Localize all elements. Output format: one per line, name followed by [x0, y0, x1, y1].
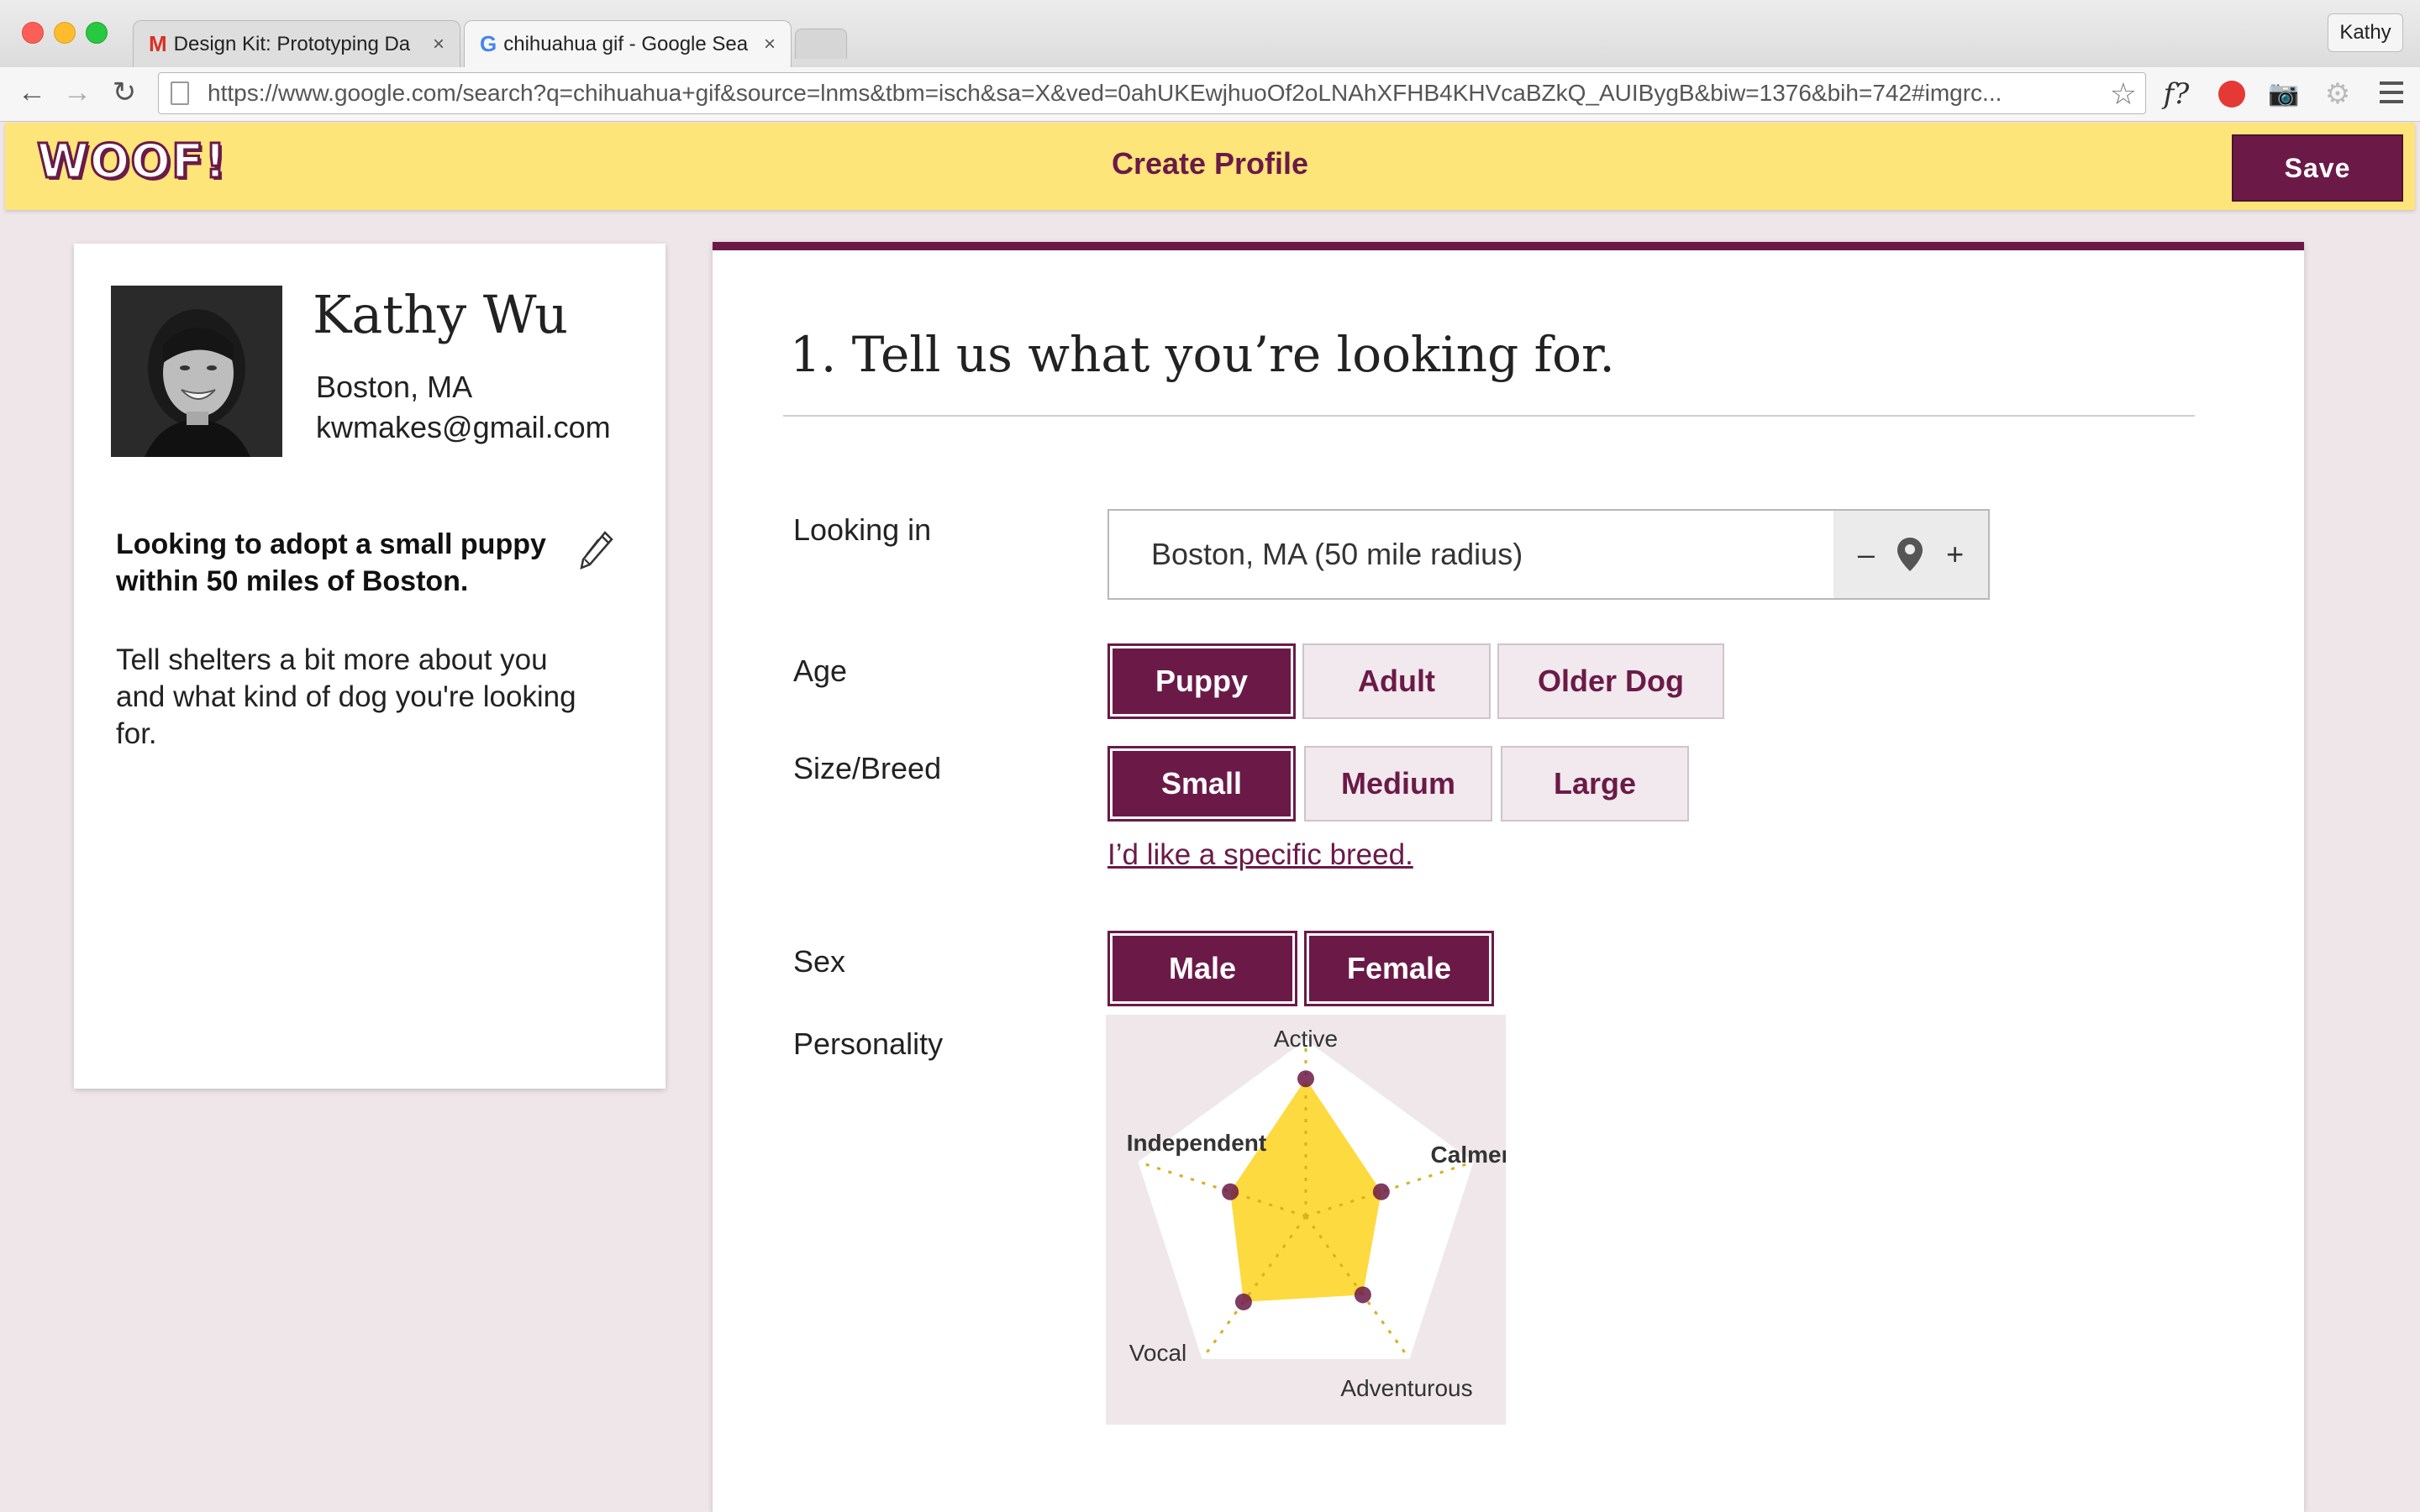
radius-controls: – + [1833, 511, 1988, 598]
save-button[interactable]: Save [2232, 134, 2403, 202]
age-label: Age [793, 654, 848, 688]
sex-option-female[interactable]: Female [1304, 931, 1494, 1006]
google-icon: G [480, 31, 497, 56]
size-option-small[interactable]: Small [1107, 746, 1296, 822]
radius-minus-button[interactable]: – [1858, 537, 1875, 572]
page-title: Create Profile [1111, 146, 1309, 181]
profile-location: Boston, MA [316, 370, 473, 404]
radar-label-calmer: Calmer [1431, 1142, 1506, 1168]
sex-label: Sex [793, 944, 846, 979]
radar-label-independent: Independent [1127, 1130, 1266, 1156]
profile-card: Kathy Wu Boston, MA kwmakes@gmail.com Lo… [74, 244, 666, 1089]
extension-f-icon[interactable]: f? [2158, 76, 2195, 113]
browser-profile-button[interactable]: Kathy [2328, 13, 2403, 52]
personality-radar-chart[interactable]: Active Calmer Adventurous Vocal Independent [1106, 1015, 1506, 1425]
map-pin-icon[interactable] [1896, 536, 1924, 573]
new-tab-button[interactable] [795, 29, 847, 59]
radar-label-adventurous: Adventurous [1340, 1375, 1472, 1401]
divider [783, 415, 2195, 417]
profile-summary: Looking to adopt a small puppy within 50… [116, 528, 546, 597]
app-header: WOOF! Create Profile Save [5, 123, 2415, 210]
browser-tab-chihuahua[interactable]: G chihuahua gif - Google Sea × [464, 20, 792, 67]
minimize-window-button[interactable] [54, 22, 76, 44]
reload-icon[interactable]: ↻ [106, 74, 143, 111]
radar-label-vocal: Vocal [1129, 1340, 1187, 1366]
age-option-adult[interactable]: Adult [1302, 643, 1491, 719]
browser-menu-icon[interactable] [2373, 76, 2410, 113]
radar-handle-calmer[interactable] [1372, 1183, 1390, 1200]
zoom-window-button[interactable] [86, 22, 108, 44]
form-heading: 1. Tell us what you’re looking for. [790, 326, 1615, 383]
bookmark-star-icon[interactable]: ☆ [2110, 76, 2137, 112]
location-input[interactable] [1109, 511, 1833, 598]
radar-handle-adventurous[interactable] [1354, 1286, 1371, 1304]
size-breed-label: Size/Breed [793, 751, 942, 785]
browser-toolbar: ← → ↻ https://www.google.com/search?q=ch… [0, 67, 2420, 122]
radar-label-active: Active [1274, 1026, 1338, 1052]
gear-icon[interactable]: ⚙ [2319, 76, 2356, 113]
tab-label: chihuahua gif - Google Sea [503, 32, 749, 55]
age-option-older-dog[interactable]: Older Dog [1497, 643, 1724, 719]
tab-close-icon[interactable]: × [764, 33, 776, 56]
radius-plus-button[interactable]: + [1946, 537, 1964, 572]
radar-handle-vocal[interactable] [1234, 1293, 1252, 1310]
age-option-puppy[interactable]: Puppy [1107, 643, 1296, 719]
personality-label: Personality [793, 1026, 944, 1061]
radar-handle-active[interactable] [1297, 1070, 1314, 1088]
looking-in-label: Looking in [793, 512, 932, 547]
sex-option-male[interactable]: Male [1107, 931, 1297, 1006]
radar-handle-independent[interactable] [1222, 1183, 1239, 1200]
close-window-button[interactable] [22, 22, 44, 44]
profile-blurb[interactable]: Tell shelters a bit more about you and w… [116, 642, 587, 753]
profile-name: Kathy Wu [313, 284, 569, 345]
gmail-icon: M [149, 31, 167, 56]
stop-hand-extension-icon[interactable] [2213, 76, 2250, 113]
location-field: – + [1107, 509, 1990, 600]
address-bar[interactable]: https://www.google.com/search?q=chihuahu… [158, 72, 2146, 114]
address-bar-url: https://www.google.com/search?q=chihuahu… [208, 80, 2002, 106]
profile-email: kwmakes@gmail.com [316, 410, 611, 444]
avatar [111, 286, 282, 457]
browser-tab-design-kit[interactable]: M Design Kit: Prototyping Da × [133, 20, 460, 67]
size-option-medium[interactable]: Medium [1304, 746, 1492, 822]
camera-extension-icon[interactable]: 📷 [2265, 76, 2302, 113]
preferences-form: 1. Tell us what you’re looking for. Look… [713, 242, 2304, 1512]
forward-arrow-icon[interactable]: → [59, 74, 96, 111]
size-option-large[interactable]: Large [1501, 746, 1689, 822]
browser-titlebar: M Design Kit: Prototyping Da × G chihuah… [0, 0, 2420, 67]
tab-close-icon[interactable]: × [433, 33, 445, 56]
page-icon [171, 81, 189, 105]
specific-breed-link[interactable]: I’d like a specific breed. [1107, 838, 1413, 872]
back-arrow-icon[interactable]: ← [13, 74, 50, 111]
tab-label: Design Kit: Prototyping Da [173, 32, 411, 55]
pencil-icon[interactable] [578, 529, 615, 573]
